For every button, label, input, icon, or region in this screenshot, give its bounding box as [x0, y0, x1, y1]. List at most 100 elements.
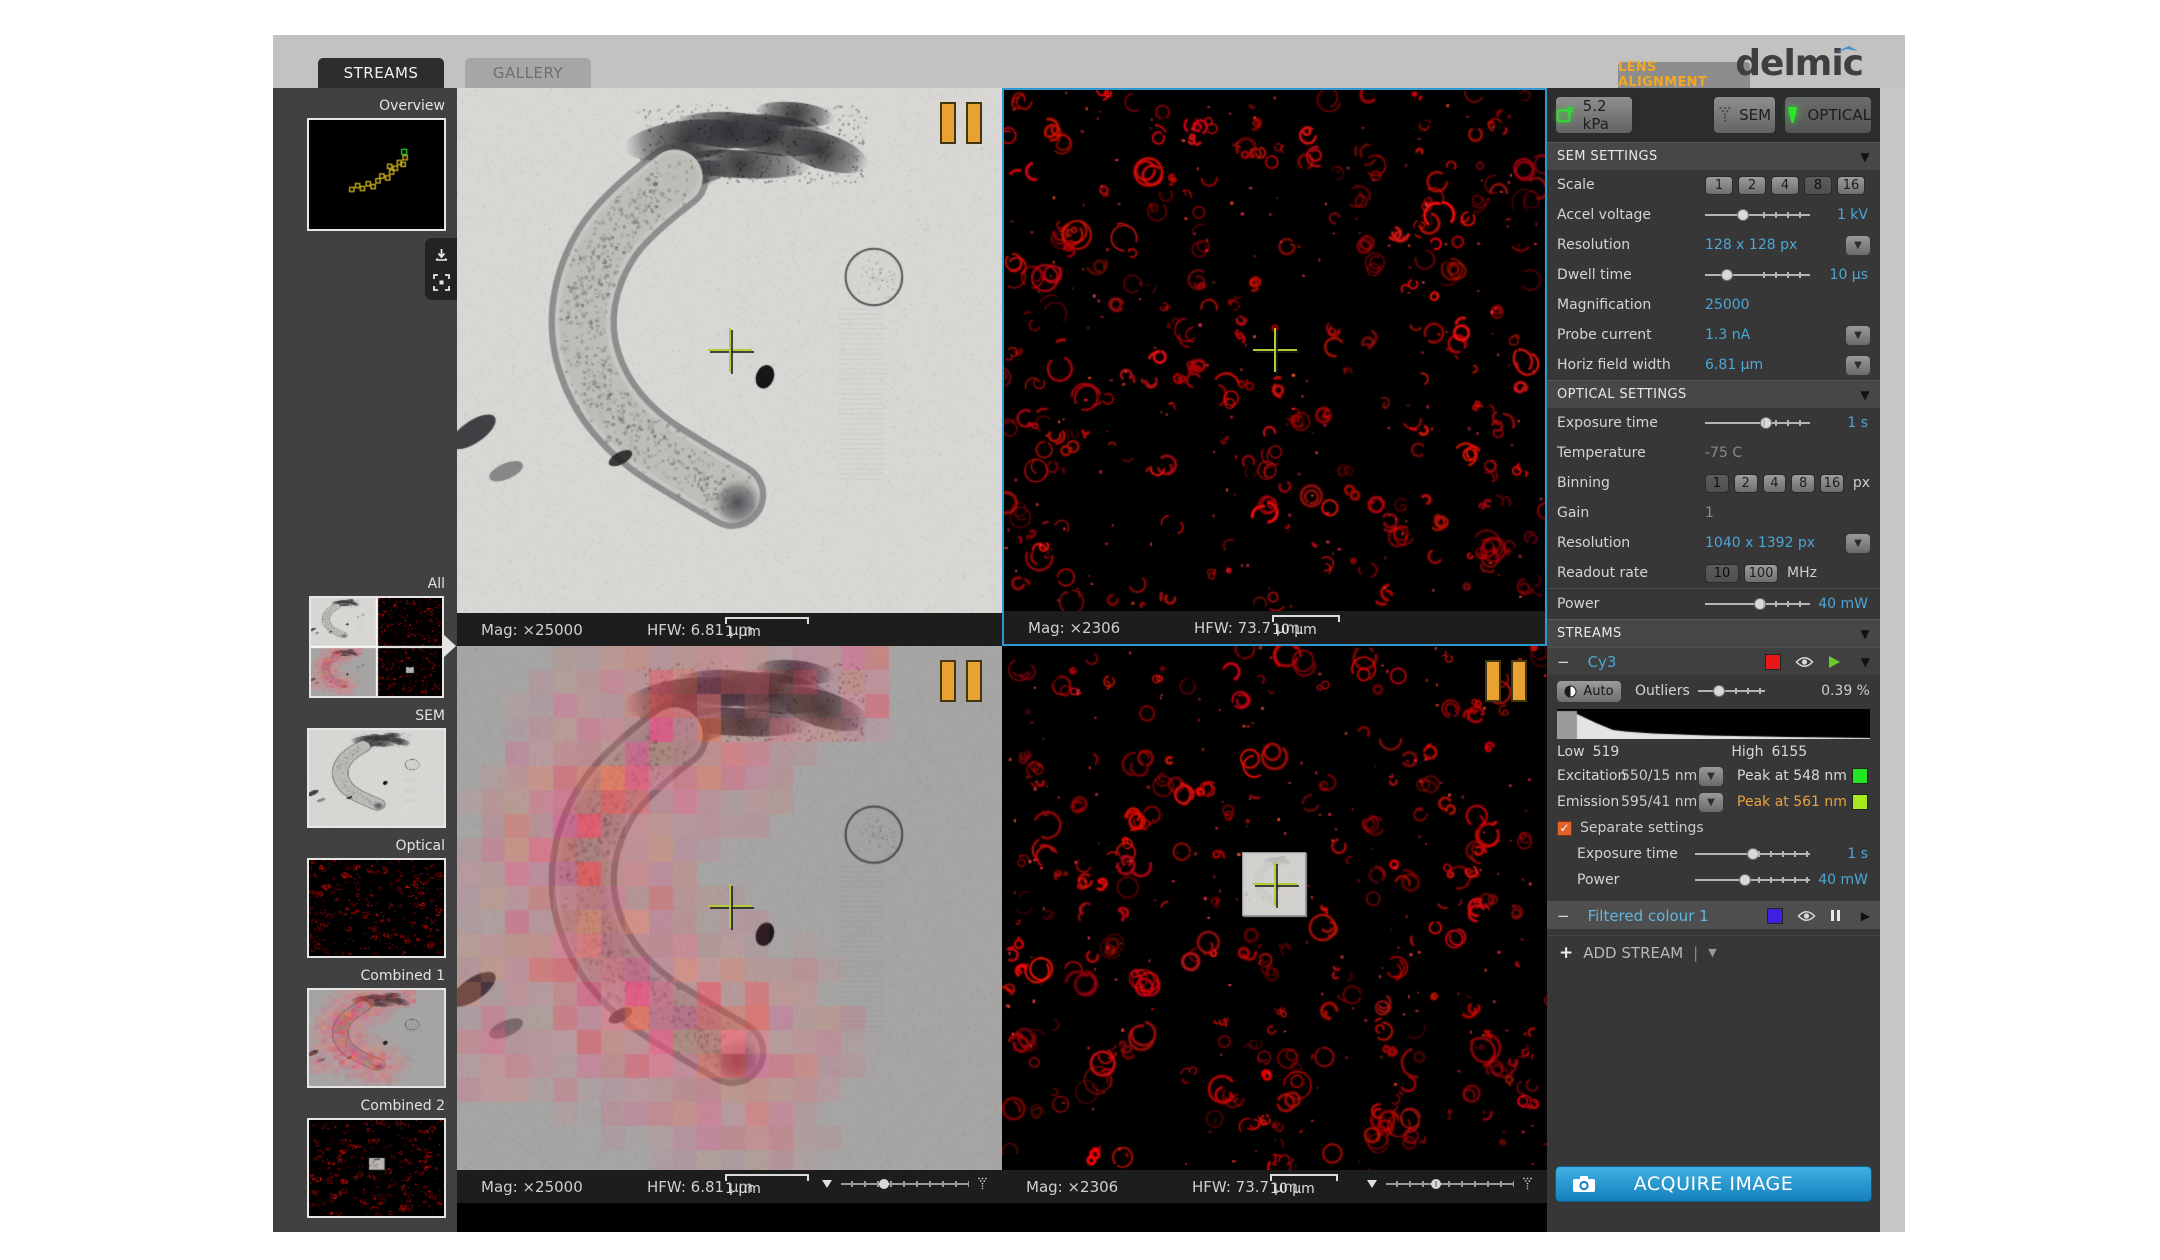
- binning-option-1[interactable]: 1: [1705, 474, 1729, 493]
- magnification-row: Magnification 25000: [1547, 290, 1880, 320]
- power-label: Power: [1557, 596, 1705, 612]
- filtered-tint-swatch[interactable]: [1767, 908, 1783, 924]
- probe-current-row: Probe current 1.3 nA ▼: [1547, 320, 1880, 350]
- add-stream-label: ADD STREAM: [1583, 944, 1683, 962]
- thumbnail-combined1[interactable]: [307, 988, 446, 1088]
- sem-resolution-dropdown[interactable]: ▼: [1846, 236, 1870, 255]
- accel-voltage-row: Accel voltage 1 kV: [1547, 200, 1880, 230]
- auto-button-label: Auto: [1583, 684, 1613, 699]
- minimize-stream-icon[interactable]: −: [1557, 653, 1570, 671]
- optical-merge-icon: [1366, 1179, 1378, 1189]
- add-stream-dropdown[interactable]: ▼: [1708, 946, 1716, 959]
- view-sem[interactable]: Mag: ×25000 HFW: 6.81 µm 1 µm: [457, 88, 1002, 646]
- stream-exposure-slider[interactable]: [1695, 847, 1810, 861]
- excitation-dropdown[interactable]: ▼: [1699, 767, 1723, 786]
- sem-button-label: SEM: [1739, 106, 1771, 124]
- merge-slider-handle[interactable]: [1431, 1179, 1441, 1189]
- magnification-label: Magnification: [1557, 297, 1705, 313]
- stream-expand-arrow[interactable]: ▶: [1861, 909, 1870, 923]
- scale-option-1[interactable]: 1: [1705, 176, 1733, 195]
- optical-merge-icon: [821, 1179, 833, 1189]
- scale-bar: 1 µm: [725, 1174, 809, 1197]
- play-icon[interactable]: [1828, 655, 1841, 669]
- binning-label: Binning: [1557, 475, 1705, 491]
- streams-header[interactable]: STREAMS ▼: [1547, 619, 1880, 647]
- scale-option-16[interactable]: 16: [1837, 176, 1865, 195]
- scale-label: Scale: [1557, 177, 1705, 193]
- visibility-eye-icon[interactable]: [1797, 910, 1816, 922]
- combined1-status-bar: Mag: ×25000 HFW: 6.81 µm 1 µm: [457, 1170, 1002, 1203]
- thumbnail-label-combined1: Combined 1: [273, 968, 457, 984]
- tab-streams[interactable]: STREAMS: [318, 58, 444, 88]
- view-combined1[interactable]: Mag: ×25000 HFW: 6.81 µm 1 µm: [457, 646, 1002, 1203]
- stream-power-slider[interactable]: [1695, 873, 1810, 887]
- accel-voltage-slider[interactable]: [1705, 208, 1810, 222]
- readout-option-100[interactable]: 100: [1744, 564, 1778, 583]
- thumbnail-combined2[interactable]: [307, 1118, 446, 1218]
- stream-cy3-name: Cy3: [1588, 653, 1617, 671]
- excitation-value: 550/15 nm: [1621, 768, 1699, 784]
- binning-option-2[interactable]: 2: [1734, 474, 1758, 493]
- outliers-slider[interactable]: [1698, 684, 1765, 698]
- import-image-icon[interactable]: [433, 248, 450, 265]
- thumbnail-sem[interactable]: [307, 728, 446, 828]
- horiz-field-width-row: Horiz field width 6.81 µm ▼: [1547, 350, 1880, 380]
- scale-row: Scale 1 2 4 8 16: [1547, 170, 1880, 200]
- binning-option-4[interactable]: 4: [1763, 474, 1787, 493]
- emission-value: 595/41 nm: [1621, 794, 1699, 810]
- separate-settings-checkbox[interactable]: ✓: [1557, 821, 1572, 836]
- cy3-tint-swatch[interactable]: [1765, 654, 1781, 670]
- scale-option-2[interactable]: 2: [1738, 176, 1766, 195]
- stream-expand-arrow[interactable]: ▼: [1861, 655, 1870, 669]
- merge-ratio-slider[interactable]: [1366, 1177, 1533, 1191]
- view-combined2[interactable]: Mag: ×2306 HFW: 73.7 µm 10 µm: [1002, 646, 1547, 1203]
- application-window: STREAMS GALLERY LENS ALIGNMENT delmic Ov…: [273, 35, 1905, 1232]
- stream-filtered-bar[interactable]: − Filtered colour 1 ▶: [1547, 901, 1880, 929]
- binning-option-8[interactable]: 8: [1791, 474, 1815, 493]
- add-stream-button[interactable]: + ADD STREAM | ▼: [1547, 935, 1880, 969]
- thumbnail-optical[interactable]: [307, 858, 446, 958]
- hfw-dropdown[interactable]: ▼: [1846, 356, 1870, 375]
- minimize-stream-icon[interactable]: −: [1557, 907, 1570, 925]
- tab-gallery[interactable]: GALLERY: [465, 58, 591, 88]
- scale-option-4[interactable]: 4: [1771, 176, 1799, 195]
- emission-color-swatch: [1852, 794, 1868, 810]
- fit-to-view-icon[interactable]: [433, 274, 450, 291]
- thumbnail-all[interactable]: [309, 596, 444, 698]
- view-optical[interactable]: Mag: ×2306 HFW: 73.7 µm 10 µm: [1002, 88, 1547, 646]
- optical-resolution-label: Resolution: [1557, 535, 1705, 551]
- sem-power-button[interactable]: SEM: [1713, 96, 1777, 134]
- probe-current-dropdown[interactable]: ▼: [1846, 326, 1870, 345]
- optical-resolution-dropdown[interactable]: ▼: [1846, 534, 1870, 553]
- collapse-arrow-icon[interactable]: ▼: [1860, 627, 1870, 641]
- readout-option-10[interactable]: 10: [1705, 564, 1739, 583]
- lens-alignment-button[interactable]: LENS ALIGNMENT: [1618, 62, 1750, 88]
- acquire-image-button[interactable]: ACQUIRE IMAGE: [1555, 1166, 1872, 1202]
- sem-status-bar: Mag: ×25000 HFW: 6.81 µm 1 µm: [457, 613, 1002, 646]
- scale-option-8[interactable]: 8: [1804, 176, 1832, 195]
- merge-ratio-slider[interactable]: [821, 1177, 988, 1191]
- overview-thumbnail[interactable]: [307, 118, 446, 231]
- power-slider[interactable]: [1705, 597, 1810, 611]
- chamber-pressure-button[interactable]: 5.2 kPa: [1555, 96, 1633, 134]
- merge-slider-handle[interactable]: [879, 1179, 889, 1189]
- collapse-arrow-icon[interactable]: ▼: [1860, 388, 1870, 402]
- histogram[interactable]: [1557, 709, 1870, 739]
- pause-overlay-icon[interactable]: [940, 102, 982, 144]
- dwell-time-slider[interactable]: [1705, 268, 1810, 282]
- exposure-time-slider[interactable]: [1705, 416, 1810, 430]
- optical-settings-header[interactable]: OPTICAL SETTINGS ▼: [1547, 380, 1880, 408]
- visibility-eye-icon[interactable]: [1795, 656, 1814, 668]
- sem-fov-overlay[interactable]: [1242, 852, 1306, 916]
- binning-option-16[interactable]: 16: [1820, 474, 1844, 493]
- sem-settings-header[interactable]: SEM SETTINGS ▼: [1547, 142, 1880, 170]
- stream-cy3-bar[interactable]: − Cy3 ▼: [1547, 647, 1880, 675]
- emission-dropdown[interactable]: ▼: [1699, 793, 1723, 812]
- auto-brightness-button[interactable]: Auto: [1557, 681, 1621, 702]
- collapse-arrow-icon[interactable]: ▼: [1860, 150, 1870, 164]
- pause-icon[interactable]: [1830, 909, 1841, 922]
- scale-bar-label: 1 µm: [725, 624, 809, 640]
- pause-overlay-icon[interactable]: [940, 660, 982, 702]
- optical-power-button[interactable]: OPTICAL: [1784, 96, 1872, 134]
- pause-overlay-icon[interactable]: [1485, 660, 1527, 702]
